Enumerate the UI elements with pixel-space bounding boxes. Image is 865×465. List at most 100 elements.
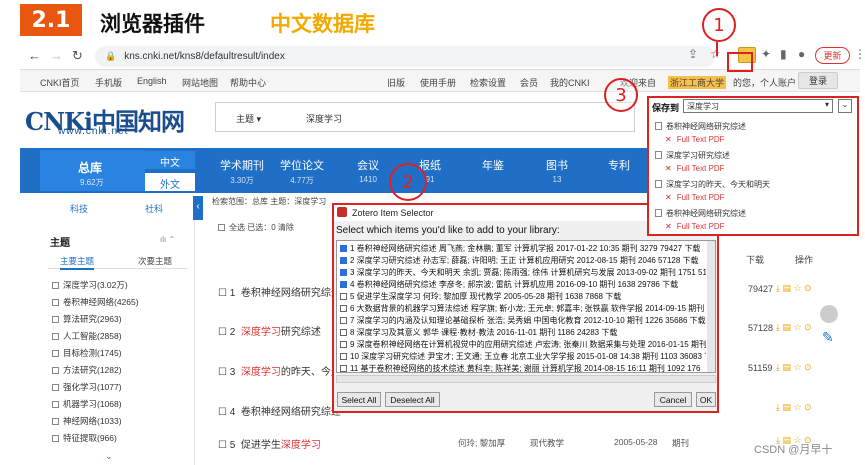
sidepanel-icon[interactable]: ▮ xyxy=(780,47,787,61)
list-item[interactable]: 1 卷积神经网络研究综述 周飞燕; 金林鹏; 董军 计算机学报 2017-01-… xyxy=(340,243,706,254)
save-item: 深度学习的昨天、今天和明天 xyxy=(655,179,770,190)
tab-waiwen[interactable]: 外文 xyxy=(145,173,195,191)
panel-menu-icon[interactable]: ⌄ xyxy=(838,99,852,113)
search-input[interactable]: 深度学习 xyxy=(306,112,342,125)
update-button[interactable]: 更新 xyxy=(815,47,850,64)
cnki-top-links: CNKI首页 手机版 English 网站地图 帮助中心 旧版 使用手册 检索设… xyxy=(20,70,860,92)
table-row[interactable]: ☐ 3 深度学习的昨天、今天 xyxy=(218,363,341,378)
login-button[interactable]: 登录 xyxy=(798,72,838,89)
subtab-secondary[interactable]: 次要主题 xyxy=(138,255,172,267)
row-action-icons[interactable]: ⤓ ▤ ☆ ⊙ xyxy=(776,283,812,294)
subtab-primary[interactable]: 主要主题 xyxy=(60,255,95,270)
section-number: 2.1 xyxy=(20,4,82,36)
table-row[interactable]: ☐ 5 促进学生深度学习 xyxy=(218,436,321,451)
link-mobile[interactable]: 手机版 xyxy=(95,76,122,89)
link-my-cnki[interactable]: 我的CNKI xyxy=(550,76,590,89)
row-action-icons[interactable]: ⤓ ▤ ☆ ⊙ xyxy=(776,362,812,373)
facet-item[interactable]: 强化学习(1077) xyxy=(52,381,122,393)
select-all-checkbox[interactable] xyxy=(218,224,225,232)
link-settings[interactable]: 检索设置 xyxy=(470,76,506,89)
org-name[interactable]: 浙江工商大学 xyxy=(668,76,727,89)
fail-icon: ✕ xyxy=(665,222,672,231)
list-item[interactable]: 4 卷积神经网络研究综述 李彦冬; 郝宗波; 雷航 计算机应用 2016-09-… xyxy=(340,279,706,290)
save-item: 卷积神经网络研究综述 xyxy=(655,208,746,219)
reload-icon[interactable]: ↻ xyxy=(72,48,83,64)
watermark: CSDN @月早十 xyxy=(754,444,833,456)
edit-icon[interactable]: ✎ xyxy=(822,329,834,346)
tab-yearbooks[interactable]: 年鉴 xyxy=(463,157,523,175)
feedback-icon[interactable] xyxy=(820,305,838,323)
expand-icon[interactable]: ⌄ xyxy=(105,451,113,462)
tab-zhongwen[interactable]: 中文 xyxy=(145,151,195,169)
list-item[interactable]: 9 深度卷积神经网络在计算机视觉中的应用研究综述 卢宏涛; 张秦川 数据采集与处… xyxy=(340,339,706,350)
link-english[interactable]: English xyxy=(137,76,167,86)
tab-journals[interactable]: 学术期刊 3.30万 xyxy=(212,157,272,186)
search-field-select[interactable]: 主题 ▾ xyxy=(236,112,261,125)
marker-2: 2 xyxy=(389,163,427,201)
collection-select[interactable]: 深度学习 ▾ xyxy=(683,99,833,113)
table-row[interactable]: ☐ 2 深度学习研究综述 xyxy=(218,323,321,338)
list-item[interactable]: 3 深度学习的昨天、今天和明天 余凯; 贾磊; 陈雨强; 徐伟 计算机研究与发展… xyxy=(340,267,706,278)
link-member[interactable]: 会员 xyxy=(520,76,538,89)
list-item[interactable]: 6 大数据背景的机器学习算法综述 程学旗; 靳小龙; 王元卓; 郭嘉丰; 张铁赢… xyxy=(340,303,706,314)
tab-sheke[interactable]: 社科 xyxy=(145,202,163,215)
address-bar[interactable]: 🔒 kns.cnki.net/kns8/defaultresult/index xyxy=(95,46,715,67)
facet-item[interactable]: 特征提取(966) xyxy=(52,432,117,444)
tab-books[interactable]: 图书 13 xyxy=(527,157,587,184)
subject-subtabs: 主要主题 次要主题 xyxy=(48,253,188,270)
table-row[interactable]: ☐ 4 卷积神经网络研究综述 xyxy=(218,403,341,418)
facet-item[interactable]: 机器学习(1068) xyxy=(52,398,122,410)
list-scrollbar[interactable] xyxy=(707,241,715,372)
fail-icon: ✕ xyxy=(665,193,672,202)
slide-title: 浏览器插件 xyxy=(100,12,205,36)
menu-icon[interactable]: ⋮ xyxy=(854,47,865,61)
facet-item[interactable]: 人工智能(2858) xyxy=(52,330,122,342)
marker-1-pointer xyxy=(716,42,718,56)
tab-theses[interactable]: 学位论文 4.77万 xyxy=(272,157,332,186)
row-action-icons[interactable]: ⤓ ▤ ☆ ⊙ xyxy=(776,322,812,333)
facet-item[interactable]: 卷积神经网络(4265) xyxy=(52,296,139,308)
ok-button[interactable]: OK xyxy=(696,392,716,407)
share-icon[interactable]: ⇪ xyxy=(688,47,698,61)
facet-item[interactable]: 目标检测(1745) xyxy=(52,347,122,359)
back-icon[interactable]: ← xyxy=(28,48,41,63)
link-old[interactable]: 旧版 xyxy=(387,76,405,89)
facet-heading: 主题 xyxy=(50,238,70,249)
extension-icon[interactable]: ✦ xyxy=(761,47,771,61)
collapse-sidebar-icon[interactable]: ‹ xyxy=(193,196,203,220)
tab-keji[interactable]: 科技 xyxy=(70,202,88,215)
facet-item[interactable]: 深度学习(3.02万) xyxy=(52,279,128,291)
marker-3: 3 xyxy=(604,78,638,112)
link-home[interactable]: CNKI首页 xyxy=(40,76,80,89)
row-action-icons[interactable]: ⤓ ▤ ☆ ⊙ xyxy=(776,402,812,413)
list-item[interactable]: 10 深度学习研究综述 尹宝才; 王文通; 王立春 北京工业大学学报 2015-… xyxy=(340,351,706,362)
list-item[interactable]: 7 深度学习的内涵及认知理论基础探析 张浩; 吴秀娟 中国电化教育 2012-1… xyxy=(340,315,706,326)
chart-icon[interactable]: ılı ⌃ xyxy=(160,235,175,244)
tab-zongku[interactable]: 总库 9.62万 xyxy=(40,150,145,191)
profile-icon[interactable]: ● xyxy=(798,47,805,61)
facet-item[interactable]: 神经网络(1033) xyxy=(52,415,122,427)
forward-icon[interactable]: → xyxy=(50,48,63,63)
list-item[interactable]: 5 促进学生深度学习 何玲; 黎加厚 现代教学 2005-05-28 期刊 16… xyxy=(340,291,706,302)
horizontal-scrollbar[interactable] xyxy=(336,375,716,383)
search-box[interactable]: 主题 ▾ 深度学习 xyxy=(215,102,635,132)
facet-item[interactable]: 算法研究(2963) xyxy=(52,313,122,325)
link-sitemap[interactable]: 网站地图 xyxy=(182,76,218,89)
deselect-all-button[interactable]: Deselect All xyxy=(385,392,440,407)
select-all-button[interactable]: Select All xyxy=(337,392,381,407)
list-item[interactable]: 8 深度学习及其意义 郭华 课程·教材·教法 2016-11-01 期刊 118… xyxy=(340,327,706,338)
tab-patents[interactable]: 专利 xyxy=(589,157,649,175)
table-row[interactable]: ☐ 1 卷积神经网络研究综述 xyxy=(218,284,341,299)
marker-1: 1 xyxy=(702,8,736,42)
cancel-button[interactable]: Cancel xyxy=(654,392,692,407)
link-help[interactable]: 帮助中心 xyxy=(230,76,266,89)
row5-date: 2005-05-28 xyxy=(614,437,658,447)
list-item[interactable]: 2 深度学习研究综述 孙志军; 薛磊; 许阳明; 王正 计算机应用研究 2012… xyxy=(340,255,706,266)
list-item[interactable]: 11 基于卷积神经网络的技术综述 黄科幸; 陈祥美; 谢丽 计算机学报 2014… xyxy=(340,363,706,374)
save-item-pdf: ✕ Full Text PDF xyxy=(665,222,725,231)
download-count: 57128 xyxy=(748,323,774,333)
facet-item[interactable]: 方法研究(1282) xyxy=(52,364,122,376)
save-to-label: 保存到 xyxy=(652,103,680,113)
link-manual[interactable]: 使用手册 xyxy=(420,76,456,89)
tab-zongku-label: 总库 xyxy=(78,161,103,175)
